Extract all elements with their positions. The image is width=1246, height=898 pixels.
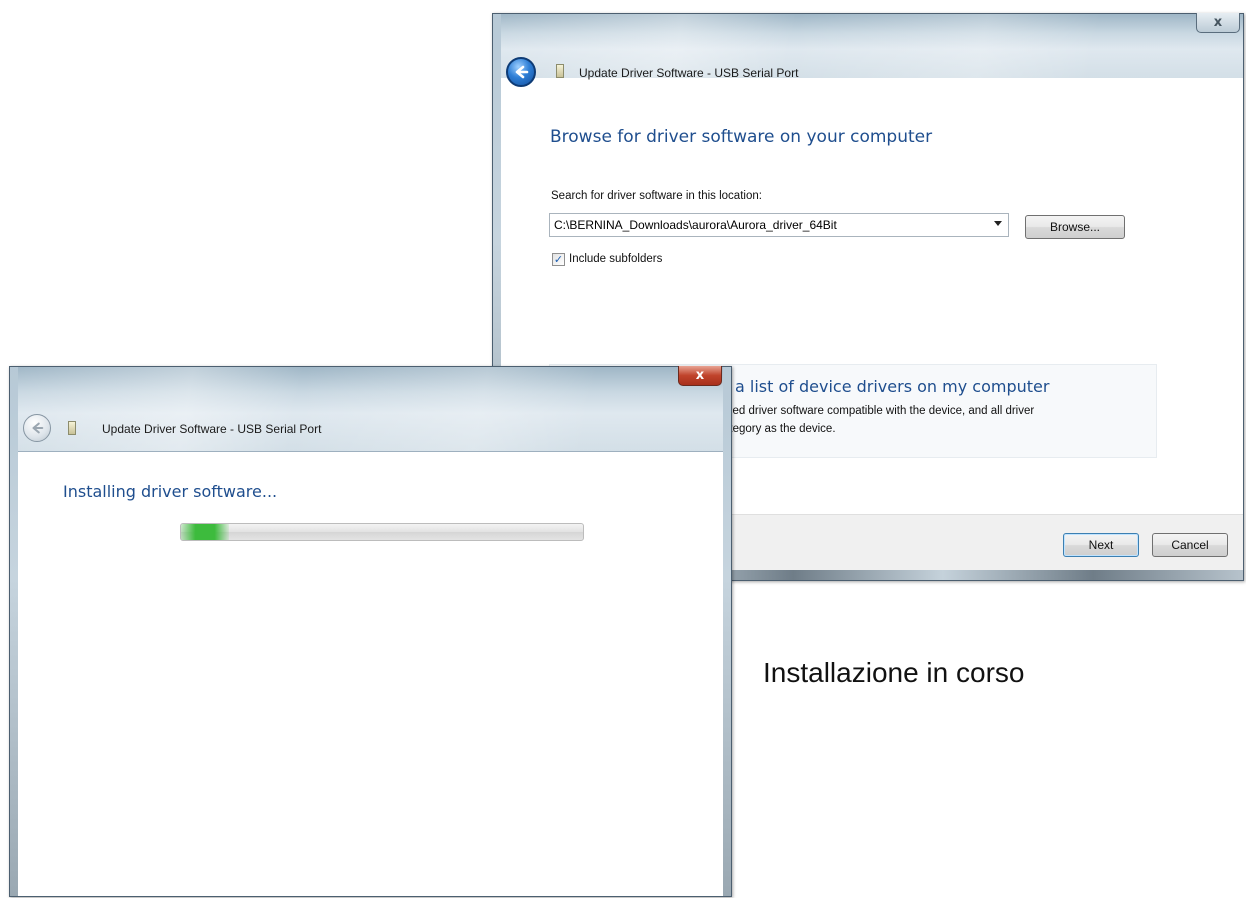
installing-dialog-right-border	[723, 367, 731, 896]
include-subfolders-label: Include subfolders	[569, 253, 663, 265]
browse-button-label: Browse...	[1049, 220, 1100, 234]
installing-dialog-content: Installing driver software...	[18, 451, 723, 896]
installing-dialog-window: x Update Driver Software - USB Serial Po…	[9, 366, 732, 897]
browse-dialog-back-button[interactable]	[506, 57, 536, 87]
close-icon: x	[1213, 15, 1223, 30]
driver-path-value: C:\BERNINA_Downloads\aurora\Aurora_drive…	[554, 218, 837, 232]
install-progress-bar	[180, 523, 584, 541]
search-location-label: Search for driver software in this locat…	[551, 190, 762, 202]
installing-heading: Installing driver software...	[63, 482, 278, 501]
back-arrow-icon	[515, 65, 529, 79]
chevron-down-icon[interactable]	[994, 221, 1002, 226]
browse-dialog-title: Update Driver Software - USB Serial Port	[579, 66, 799, 80]
cancel-button[interactable]: Cancel	[1152, 533, 1228, 557]
caption-text: Installazione in corso	[763, 657, 1025, 688]
installing-dialog-left-border	[10, 367, 18, 896]
usb-device-icon	[556, 64, 564, 78]
pick-driver-option-desc-1: alled driver software compatible with th…	[721, 405, 1035, 417]
checkmark-icon: ✓	[553, 253, 564, 266]
include-subfolders-checkbox[interactable]: ✓	[552, 253, 565, 266]
installing-dialog-close-button[interactable]: x	[678, 366, 722, 386]
installing-dialog-back-button	[23, 414, 51, 442]
pick-driver-option-title: a list of device drivers on my computer	[735, 377, 1050, 396]
driver-path-combobox[interactable]: C:\BERNINA_Downloads\aurora\Aurora_drive…	[549, 213, 1009, 237]
usb-device-icon	[68, 421, 76, 435]
next-button[interactable]: Next	[1063, 533, 1139, 557]
browse-dialog-close-button[interactable]: x	[1196, 13, 1240, 33]
browse-button[interactable]: Browse...	[1025, 215, 1125, 239]
installing-dialog-titlebar	[10, 367, 731, 451]
pick-driver-option-desc-2: ategory as the device.	[723, 423, 836, 435]
back-arrow-icon	[32, 422, 44, 434]
next-button-label: Next	[1088, 538, 1114, 552]
install-progress-fill	[181, 524, 230, 540]
cancel-button-label: Cancel	[1171, 538, 1209, 552]
installing-dialog-title: Update Driver Software - USB Serial Port	[102, 422, 322, 436]
close-icon: x	[695, 368, 705, 383]
browse-dialog-heading: Browse for driver software on your compu…	[550, 127, 933, 147]
